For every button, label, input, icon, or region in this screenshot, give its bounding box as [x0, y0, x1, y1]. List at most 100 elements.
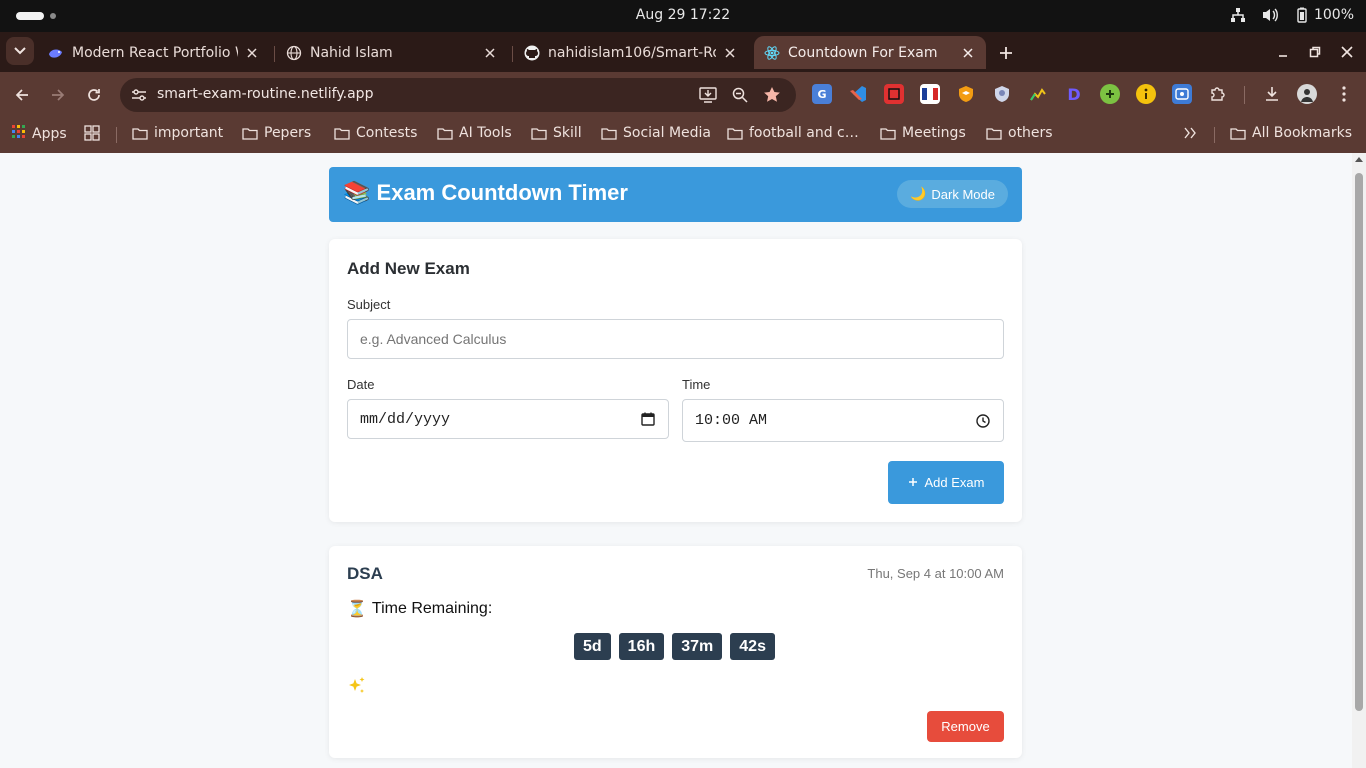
time-remaining-heading: ⏳ Time Remaining: — [347, 599, 492, 619]
tab-search-button[interactable] — [6, 37, 34, 65]
page-title-text: Exam Countdown Timer — [376, 180, 628, 205]
bookmark-label: Pepers — [264, 125, 312, 141]
battery-percent: 100% — [1313, 7, 1354, 23]
remove-exam-button[interactable]: Remove — [927, 711, 1004, 742]
subject-label: Subject — [347, 297, 391, 312]
time-value: 10:00 AM — [695, 412, 768, 429]
time-input[interactable]: 10:00 AM — [682, 399, 1004, 442]
bookmark-label: Skill — [553, 125, 582, 141]
add-exam-label: Add Exam — [924, 475, 985, 490]
tab-portfolio[interactable]: Modern React Portfolio W — [38, 36, 270, 69]
bookmark-folder-contests[interactable]: Contests — [334, 125, 417, 141]
moon-icon: 🌙 — [910, 186, 927, 201]
bookmark-folder-social-media[interactable]: Social Media — [601, 125, 711, 141]
bookmark-folder-ai-tools[interactable]: AI Tools — [437, 125, 512, 141]
tab-strip: Modern React Portfolio W Nahid Islam nah… — [0, 32, 1366, 72]
close-icon[interactable] — [244, 45, 260, 61]
countdown-days: 5d — [574, 633, 611, 660]
bookmark-folder-important[interactable]: important — [132, 125, 223, 141]
os-status-area[interactable]: 100% — [1229, 6, 1354, 24]
install-app-icon[interactable] — [698, 85, 718, 105]
bookmark-apps[interactable]: Apps — [12, 125, 67, 143]
window-close-icon[interactable] — [1337, 42, 1357, 62]
folder-icon — [986, 127, 1002, 140]
bookmark-label: important — [154, 125, 224, 141]
reload-icon[interactable] — [82, 83, 106, 107]
tab-divider — [512, 46, 513, 62]
close-icon[interactable] — [722, 45, 738, 61]
apps-grid-icon — [12, 125, 26, 143]
zoom-icon[interactable] — [730, 85, 750, 105]
bookmark-label: others — [1008, 125, 1053, 141]
tab-groups-icon[interactable] — [84, 125, 100, 141]
tab-countdown-active[interactable]: Countdown For Exam — [754, 36, 986, 69]
hourglass-icon: ⏳ — [347, 601, 367, 618]
bookmark-folder-skill[interactable]: Skill — [531, 125, 582, 141]
close-icon[interactable] — [482, 45, 498, 61]
clock-icon[interactable] — [975, 413, 991, 429]
app-header: 📚 Exam Countdown Timer 🌙 Dark Mode — [329, 167, 1022, 222]
restore-icon[interactable] — [1305, 42, 1325, 62]
d-extension-icon[interactable]: D — [1064, 84, 1084, 104]
tab-title: Nahid Islam — [310, 44, 393, 61]
exam-datetime: Thu, Sep 4 at 10:00 AM — [867, 566, 1004, 581]
bookmark-label: Social Media — [623, 125, 712, 141]
more-bookmarks-chevron-icon[interactable] — [1184, 127, 1196, 139]
privacy-shield-icon[interactable] — [992, 84, 1012, 104]
bookmark-folder-others[interactable]: others — [986, 125, 1053, 141]
scroll-up-arrow-icon[interactable] — [1355, 157, 1363, 162]
page-scrollbar[interactable] — [1352, 153, 1366, 768]
bookmark-folder-football[interactable]: football and c… — [727, 125, 859, 141]
download-icon[interactable] — [1262, 84, 1282, 104]
back-arrow-icon[interactable] — [10, 83, 34, 107]
folder-icon — [132, 127, 148, 140]
plus-extension-icon[interactable] — [1100, 84, 1120, 104]
tab-title: nahidislam106/Smart-Ro — [548, 44, 716, 61]
scrollbar-thumb[interactable] — [1355, 173, 1363, 711]
screen-recorder-icon[interactable] — [1172, 84, 1192, 104]
folder-icon — [880, 127, 896, 140]
github-icon — [524, 45, 540, 61]
folder-icon — [242, 127, 258, 140]
site-info-icon[interactable] — [128, 84, 150, 106]
all-bookmarks[interactable]: All Bookmarks — [1230, 125, 1352, 141]
extensions-puzzle-icon[interactable] — [1208, 84, 1228, 104]
close-icon[interactable] — [960, 45, 976, 61]
folder-icon — [437, 127, 453, 140]
date-input[interactable]: mm/dd/yyyy — [347, 399, 669, 439]
bookmark-folder-pepers[interactable]: Pepers — [242, 125, 311, 141]
flag-extension-icon[interactable] — [920, 84, 940, 104]
url-text[interactable]: smart-exam-routine.netlify.app — [157, 86, 373, 102]
page-viewport: 📚 Exam Countdown Timer 🌙 Dark Mode Add N… — [0, 153, 1366, 768]
google-translate-icon[interactable]: G — [812, 84, 832, 104]
tab-nahid-islam[interactable]: Nahid Islam — [276, 36, 508, 69]
minimize-icon[interactable] — [1273, 42, 1293, 62]
red-extension-icon[interactable] — [884, 84, 904, 104]
os-top-bar: Aug 29 17:22 100% — [0, 0, 1366, 32]
time-remaining-label: Time Remaining: — [371, 600, 493, 617]
subject-input[interactable]: e.g. Advanced Calculus — [347, 319, 1004, 359]
address-bar[interactable]: smart-exam-routine.netlify.app — [120, 78, 796, 112]
os-clock[interactable]: Aug 29 17:22 — [0, 7, 1366, 23]
browser-menu-icon[interactable] — [1334, 84, 1354, 104]
bookmark-folder-meetings[interactable]: Meetings — [880, 125, 966, 141]
forward-arrow-icon[interactable] — [46, 83, 70, 107]
page-title: 📚 Exam Countdown Timer — [343, 180, 628, 206]
add-exam-button[interactable]: Add Exam — [888, 461, 1004, 504]
deepseek-whale-icon — [48, 45, 64, 61]
vscode-extension-icon[interactable] — [848, 84, 868, 104]
exam-subject: DSA — [347, 564, 383, 583]
info-extension-icon[interactable] — [1136, 84, 1156, 104]
date-label: Date — [347, 377, 375, 392]
bookmark-star-icon[interactable] — [762, 85, 782, 105]
chart-extension-icon[interactable] — [1028, 84, 1048, 104]
profile-avatar[interactable] — [1297, 84, 1317, 104]
tab-github-repo[interactable]: nahidislam106/Smart-Ro — [514, 36, 748, 69]
bookmark-divider — [116, 127, 117, 143]
bookmark-label: AI Tools — [459, 125, 512, 141]
calendar-icon[interactable] — [640, 411, 656, 427]
shield-extension-icon[interactable] — [956, 84, 976, 104]
new-tab-button[interactable] — [994, 41, 1018, 65]
dark-mode-toggle[interactable]: 🌙 Dark Mode — [897, 180, 1008, 208]
books-icon: 📚 — [343, 180, 371, 205]
